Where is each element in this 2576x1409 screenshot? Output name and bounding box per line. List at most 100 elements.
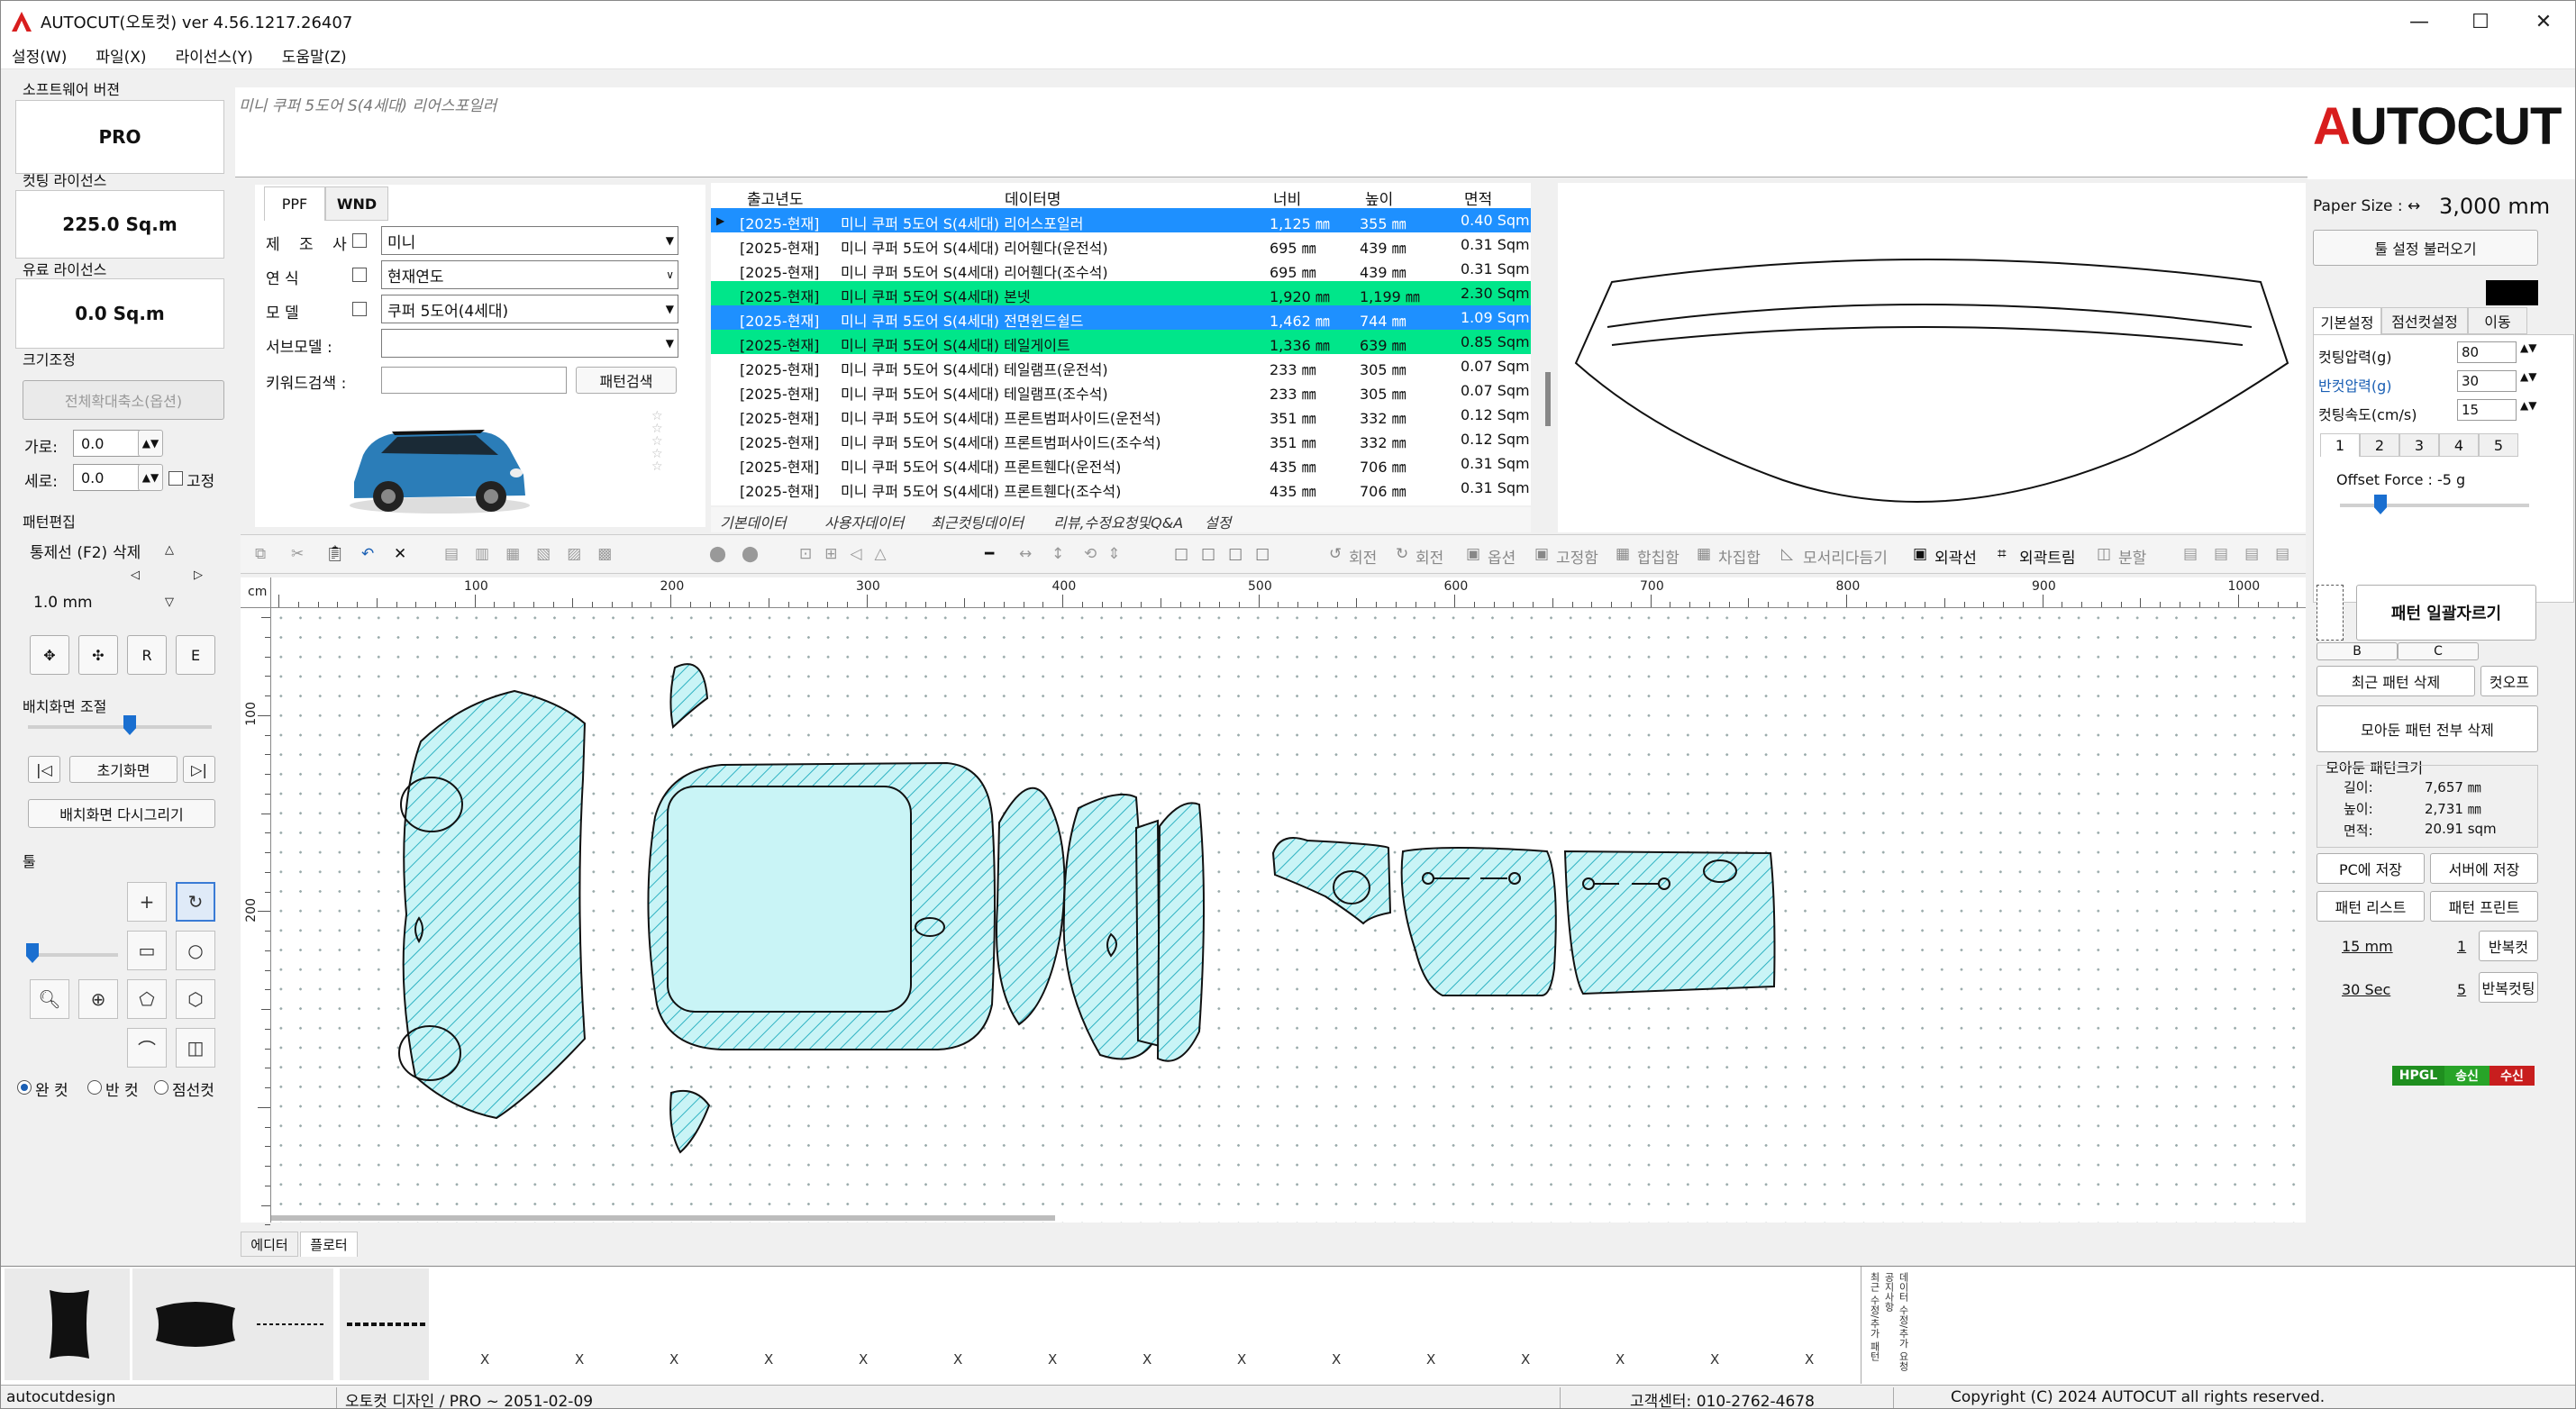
- menu-help[interactable]: 도움말(Z): [282, 44, 347, 67]
- e-button[interactable]: E: [176, 635, 215, 675]
- empty-slot-x[interactable]: X: [1332, 1351, 1341, 1368]
- half-cut-radio[interactable]: [87, 1080, 102, 1095]
- cut-speed-input[interactable]: 15: [2457, 399, 2517, 421]
- empty-slot-x[interactable]: X: [1048, 1351, 1057, 1368]
- tool-size-slider[interactable]: [28, 953, 118, 957]
- arrow-down-icon[interactable]: ▽: [165, 595, 174, 609]
- lock-icon[interactable]: ⬤: [709, 545, 726, 563]
- recent-pattern-thumb[interactable]: [132, 1268, 259, 1380]
- line-icon[interactable]: ━: [985, 545, 994, 563]
- table-row[interactable]: [2025-현재] 미니 쿠퍼 5도어 S(4세대) 본넷 1,920 ㎜ 1,199…: [711, 281, 1531, 305]
- repeat-distance[interactable]: 15 mm: [2342, 938, 2393, 955]
- empty-slot-x[interactable]: X: [480, 1351, 489, 1368]
- paste-icon[interactable]: 📋︎: [325, 545, 345, 563]
- c-button[interactable]: C: [2398, 642, 2479, 660]
- arrow-left-icon[interactable]: ◁: [131, 568, 140, 582]
- width-icon[interactable]: ↔: [1019, 545, 1032, 563]
- maximize-button[interactable]: ☐: [2447, 1, 2514, 42]
- tab-3[interactable]: 3: [2399, 433, 2439, 457]
- table-row[interactable]: [2025-현재] 미니 쿠퍼 5도어 S(4세대) 테일램프(운전석) 233 ㎜…: [711, 354, 1531, 378]
- col-area[interactable]: 면적: [1464, 186, 1492, 209]
- empty-slot-x[interactable]: X: [1426, 1351, 1435, 1368]
- outline-icon[interactable]: ▣: [1913, 545, 1927, 563]
- tab-2[interactable]: 2: [2360, 433, 2399, 457]
- col-width[interactable]: 너비: [1273, 186, 1301, 209]
- color-swatch[interactable]: [2486, 280, 2538, 305]
- col-year[interactable]: 출고년도: [747, 186, 804, 209]
- empty-slot-x[interactable]: X: [764, 1351, 773, 1368]
- table-row[interactable]: [2025-현재] 미니 쿠퍼 5도어 S(4세대) 테일램프(조수석) 233 ㎜…: [711, 378, 1531, 403]
- unlock-icon[interactable]: ⬤: [742, 545, 759, 563]
- table-row[interactable]: [2025-현재] 미니 쿠퍼 5도어 S(4세대) 테일게이트 1,336 ㎜ 63…: [711, 330, 1531, 354]
- col-name[interactable]: 데이터명: [1005, 186, 1061, 209]
- tool-size-thumb[interactable]: [26, 943, 39, 963]
- height-icon[interactable]: ↕: [1051, 545, 1064, 563]
- outline-trim-label[interactable]: 외곽트림: [2019, 545, 2076, 568]
- empty-slot-x[interactable]: X: [1805, 1351, 1814, 1368]
- offset-force-slider[interactable]: [2340, 504, 2529, 507]
- width-spin-icon[interactable]: ▲▼: [138, 430, 163, 457]
- align-icons[interactable]: ▤▥▦▧▨▩: [444, 545, 628, 563]
- empty-slot-x[interactable]: X: [669, 1351, 678, 1368]
- tab-5[interactable]: 5: [2479, 433, 2518, 457]
- tab-basic-settings[interactable]: 기본설정: [2313, 307, 2381, 334]
- year-select[interactable]: 현재연도 ∨: [381, 260, 678, 289]
- zoom-minus-pattern-icon[interactable]: ✣: [78, 635, 118, 675]
- delete-recent-pattern-button[interactable]: 최근 패턴 삭제: [2317, 666, 2475, 696]
- arc-icon[interactable]: ⌒: [127, 1028, 167, 1068]
- rotate-select-icon[interactable]: ↻: [176, 882, 215, 922]
- fix-checkbox[interactable]: [168, 471, 183, 486]
- option-label[interactable]: 옵션: [1488, 545, 1516, 568]
- maker-checkbox[interactable]: [352, 233, 367, 248]
- save-server-button[interactable]: 서버에 저장: [2430, 853, 2538, 884]
- empty-slot-x[interactable]: X: [953, 1351, 962, 1368]
- recent-pattern-thumb[interactable]: [340, 1268, 430, 1380]
- redraw-layout-button[interactable]: 배치화면 다시그리기: [28, 799, 215, 828]
- layout-canvas[interactable]: [271, 608, 2306, 1223]
- half-pressure-spin-icon[interactable]: ▲▼: [2520, 370, 2536, 383]
- menu-license[interactable]: 라이선스(Y): [176, 44, 253, 67]
- dotted-cut-radio[interactable]: [154, 1080, 168, 1095]
- cut-speed-spin-icon[interactable]: ▲▼: [2520, 399, 2536, 412]
- shape-icon[interactable]: ⬡: [176, 979, 215, 1019]
- table-row[interactable]: [2025-현재] 미니 쿠퍼 5도어 S(4세대) 리어휀다(운전석) 695 ㎜…: [711, 232, 1531, 257]
- repeat-count-1[interactable]: 1: [2457, 938, 2466, 955]
- empty-slot-x[interactable]: X: [1142, 1351, 1151, 1368]
- detach-icon[interactable]: ▦: [1697, 545, 1711, 563]
- step-value[interactable]: 1.0 mm: [33, 594, 93, 612]
- empty-slot-x[interactable]: X: [575, 1351, 584, 1368]
- last-page-icon[interactable]: ▷|: [183, 756, 215, 783]
- minimize-button[interactable]: —: [2386, 1, 2453, 42]
- delete-all-patterns-button[interactable]: 모아둔 패턴 전부 삭제: [2317, 705, 2538, 752]
- polygon-icon[interactable]: ⬠: [127, 979, 167, 1019]
- save-pc-button[interactable]: PC에 저장: [2317, 853, 2425, 884]
- table-row[interactable]: [2025-현재] 미니 쿠퍼 5도어 S(4세대) 프론트범퍼사이드(조수석) 3…: [711, 427, 1531, 451]
- tab-editor[interactable]: 에디터: [241, 1232, 298, 1257]
- keyword-input[interactable]: [381, 367, 567, 394]
- tab-recent-data[interactable]: 최근컷팅데이터: [931, 511, 1024, 532]
- tab-wnd[interactable]: WND: [325, 186, 388, 221]
- zoom-in-icon[interactable]: ⊕: [78, 979, 118, 1019]
- cut-pressure-input[interactable]: 80: [2457, 341, 2517, 363]
- split-icon[interactable]: ◫: [2097, 545, 2111, 563]
- repeat-cut-button[interactable]: 반복컷: [2479, 931, 2538, 961]
- bulk-cut-button[interactable]: 패턴 일괄자르기: [2356, 585, 2536, 641]
- arrow-up-icon[interactable]: △: [165, 543, 174, 557]
- cut-patterns[interactable]: [271, 608, 2306, 1223]
- year-checkbox[interactable]: [352, 268, 367, 282]
- tab-settings[interactable]: 설정: [1205, 511, 1231, 532]
- resize-all-button[interactable]: 전체확대축소(옵션): [23, 380, 224, 420]
- corner-label[interactable]: 모서리다듬기: [1803, 545, 1888, 568]
- tab-plotter[interactable]: 플로터: [300, 1232, 358, 1257]
- recent-pattern-thumb[interactable]: [5, 1268, 131, 1380]
- arrow-right-icon[interactable]: ▷: [194, 568, 203, 582]
- pattern-list-button[interactable]: 패턴 리스트: [2317, 891, 2425, 922]
- repeat-cutting-button[interactable]: 반복컷팅: [2479, 972, 2538, 1003]
- table-row[interactable]: [2025-현재] 미니 쿠퍼 5도어 S(4세대) 프론트휀다(조수석) 435 …: [711, 476, 1531, 500]
- layer-icons[interactable]: ▤▤▤▤: [2183, 545, 2306, 563]
- table-row[interactable]: ▶ [2025-현재] 미니 쿠퍼 5도어 S(4세대) 리어스포일러 1,125 ㎜…: [711, 208, 1531, 232]
- reset-view-button[interactable]: 초기화면: [69, 756, 177, 783]
- corner-icon[interactable]: ◺: [1781, 545, 1793, 563]
- tab-dotted-settings[interactable]: 점선컷설정: [2381, 307, 2468, 334]
- cutoff-button[interactable]: 컷오프: [2480, 666, 2538, 696]
